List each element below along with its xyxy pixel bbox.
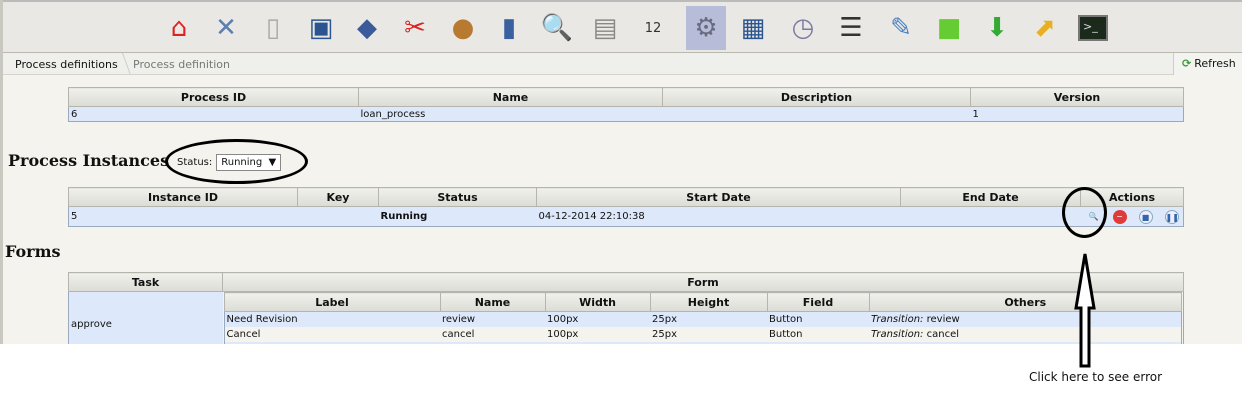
annotation-text: Click here to see error (1029, 370, 1163, 384)
field-name: review (440, 311, 545, 327)
col-label: Label (223, 292, 441, 312)
home-icon[interactable]: ⌂ (159, 6, 199, 50)
calendar-icon[interactable]: 12 (633, 6, 673, 50)
drive-download-icon[interactable]: ⬇ (977, 6, 1017, 50)
clock-icon[interactable]: ◷ (783, 6, 823, 50)
pause-icon[interactable]: ❚❚ (1164, 209, 1179, 224)
tools-icon[interactable]: ✕ (206, 6, 246, 50)
terminal-glyph: >_ (1078, 15, 1108, 41)
terminal-icon[interactable]: >_ (1073, 6, 1113, 50)
col-process-id: Process ID (68, 87, 359, 107)
field-height: 25px (650, 311, 767, 327)
table-row[interactable]: 5 Running 04-12-2014 22:10:38 🔍 − ■ ❚❚ (68, 206, 1184, 227)
breadcrumb-process-definitions[interactable]: Process definitions (15, 58, 118, 71)
refresh-button[interactable]: ⟳ Refresh (1173, 53, 1242, 75)
window-icon[interactable]: ▦ (733, 6, 773, 50)
transition-label: Transition: (871, 328, 924, 340)
col-field: Field (766, 292, 870, 312)
stop-icon[interactable]: ■ (1138, 209, 1153, 224)
col-task: Task (68, 272, 223, 292)
breadcrumb-process-definition: Process definition (133, 58, 231, 71)
flag-icon[interactable]: ■ (929, 6, 969, 50)
col-form: Form (222, 272, 1184, 292)
instance-id: 5 (68, 206, 298, 227)
field-height: 25px (652, 328, 677, 340)
document-search-icon[interactable]: 🔍 (537, 6, 577, 50)
shirt-tie-icon[interactable]: ▮ (489, 6, 529, 50)
field-others: Transition: cancel (869, 327, 1182, 342)
form-fields-table: Label Name Width Height Field Others Need Rev… (223, 292, 1182, 344)
field-type: Button (769, 328, 803, 340)
transition-label: Transition: (871, 313, 924, 325)
diamond-map-icon[interactable]: ◆ (347, 6, 387, 50)
monitor-icon[interactable]: ▣ (301, 6, 341, 50)
document-wrench-icon[interactable]: ▯ (253, 6, 293, 50)
annotation-arrow-icon (1074, 253, 1096, 368)
forms-heading: Forms (5, 242, 61, 261)
col-key: Key (297, 187, 379, 207)
col-name: Name (358, 87, 663, 107)
table-row[interactable]: 6 loan_process 1 (68, 106, 1184, 122)
col-instance-id: Instance ID (68, 187, 298, 207)
col-status: Status (378, 187, 537, 207)
table-row[interactable]: Need Revision review 100px 25px Button Transi… (224, 311, 1182, 327)
field-type: Button (767, 311, 869, 327)
field-others: Transition: review (869, 311, 1182, 327)
process-instances-heading: Process Instances (8, 151, 170, 170)
col-width: Width (544, 292, 651, 312)
printer-icon[interactable]: ▤ (585, 6, 625, 50)
instance-start-date: 04-12-2014 22:10:38 (536, 206, 901, 227)
pens-cup-icon[interactable]: ✎ (881, 6, 921, 50)
instance-key (297, 206, 379, 227)
field-name: cancel (442, 328, 475, 340)
col-field-name: Name (439, 292, 546, 312)
gear-icon[interactable]: ⚙ (686, 6, 726, 50)
refresh-label: Refresh (1194, 57, 1236, 70)
scissors-ruler-icon[interactable]: ✂ (395, 6, 435, 50)
field-width: 100px (547, 328, 579, 340)
instances-table: Instance ID Key Status Start Date End Date Ac… (68, 187, 1184, 227)
col-start-date: Start Date (536, 187, 901, 207)
transition-value: cancel (926, 328, 960, 340)
forms-table: Task Form approve Label Name Width Height Fie… (68, 272, 1184, 344)
process-description (662, 106, 971, 122)
toolbar: ⌂ ✕ ▯ ▣ ◆ ✂ ● ▮ 🔍 ▤ 12 ⚙ ▦ ◷ ☰ ✎ ■ ⬇ ⬈ >… (3, 0, 1242, 53)
calendar-day: 12 (644, 20, 662, 36)
field-label: Need Revision (224, 311, 440, 327)
breadcrumb: Process definitions Process definition ⟳… (3, 53, 1242, 75)
table-row[interactable]: Cancel cancel 100px 25px Button Transition: c… (224, 327, 1182, 342)
task-name: approve (68, 291, 223, 344)
instance-end-date (900, 206, 1081, 227)
refresh-icon: ⟳ (1182, 57, 1192, 70)
annotation-oval-view (1062, 187, 1107, 238)
field-width: 100px (545, 311, 650, 327)
users-icon[interactable]: ● (443, 6, 483, 50)
field-label: Cancel (226, 328, 261, 340)
col-version: Version (970, 87, 1184, 107)
list-icon[interactable]: ☰ (831, 6, 871, 50)
col-others: Others (868, 292, 1182, 312)
col-end-date: End Date (900, 187, 1081, 207)
drive-upload-icon[interactable]: ⬈ (1025, 6, 1065, 50)
app: ⌂ ✕ ▯ ▣ ◆ ✂ ● ▮ 🔍 ▤ 12 ⚙ ▦ ◷ ☰ ✎ ■ ⬇ ⬈ >… (0, 0, 1242, 344)
delete-icon[interactable]: − (1112, 209, 1127, 224)
process-version: 1 (970, 106, 1184, 122)
col-description: Description (662, 87, 971, 107)
definition-table: Process ID Name Description Version 6 loan_p… (68, 87, 1184, 122)
process-id: 6 (68, 106, 359, 122)
col-height: Height (649, 292, 768, 312)
process-name: loan_process (358, 106, 663, 122)
transition-value: review (926, 313, 960, 325)
annotation-oval-status (165, 139, 308, 184)
instance-status: Running (378, 206, 537, 227)
